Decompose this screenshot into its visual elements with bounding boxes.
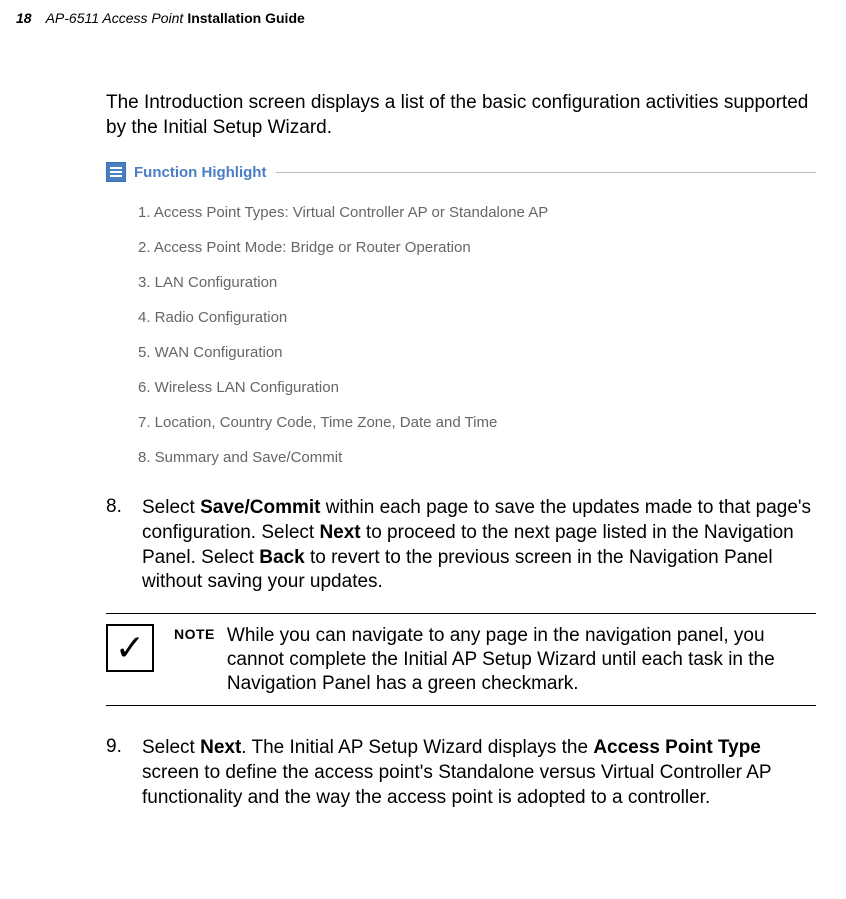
doc-title-bold: Installation Guide xyxy=(187,10,304,26)
step-9: 9. Select Next. The Initial AP Setup Wiz… xyxy=(106,736,816,810)
text-part: . The Initial AP Setup Wizard displays t… xyxy=(241,737,593,758)
function-item: 6. Wireless LAN Configuration xyxy=(138,379,816,396)
text-bold: Next xyxy=(319,522,360,543)
note-content: NOTE While you can navigate to any page … xyxy=(174,624,816,695)
text-bold: Back xyxy=(259,547,304,568)
note-icon-box: ✓ xyxy=(106,624,154,672)
function-item: 7. Location, Country Code, Time Zone, Da… xyxy=(138,414,816,431)
note-label: NOTE xyxy=(174,624,215,642)
function-highlight-section: Function Highlight 1. Access Point Types… xyxy=(106,162,816,466)
text-bold: Save/Commit xyxy=(200,497,320,518)
function-item: 2. Access Point Mode: Bridge or Router O… xyxy=(138,239,816,256)
note-box: ✓ NOTE While you can navigate to any pag… xyxy=(106,613,816,706)
function-highlight-header: Function Highlight xyxy=(106,162,816,182)
text-part: Select xyxy=(142,497,200,518)
page-number: 18 xyxy=(16,10,32,26)
list-icon xyxy=(106,162,126,182)
text-bold: Next xyxy=(200,737,241,758)
horizontal-rule xyxy=(276,172,816,173)
step-number: 8. xyxy=(106,496,142,595)
step-text: Select Save/Commit within each page to s… xyxy=(142,496,816,595)
step-number: 9. xyxy=(106,736,142,810)
step-8: 8. Select Save/Commit within each page t… xyxy=(106,496,816,595)
text-part: screen to define the access point's Stan… xyxy=(142,762,771,808)
function-item: 5. WAN Configuration xyxy=(138,344,816,361)
step-text: Select Next. The Initial AP Setup Wizard… xyxy=(142,736,816,810)
doc-title-italic: AP-6511 Access Point xyxy=(46,10,184,26)
function-item: 1. Access Point Types: Virtual Controlle… xyxy=(138,204,816,221)
page-header: 18 AP-6511 Access Point Installation Gui… xyxy=(0,0,846,41)
function-item: 3. LAN Configuration xyxy=(138,274,816,291)
text-part: Select xyxy=(142,737,200,758)
function-highlight-title: Function Highlight xyxy=(134,164,266,181)
intro-paragraph: The Introduction screen displays a list … xyxy=(106,91,816,140)
text-bold: Access Point Type xyxy=(593,737,761,758)
function-list: 1. Access Point Types: Virtual Controlle… xyxy=(106,204,816,466)
function-item: 8. Summary and Save/Commit xyxy=(138,449,816,466)
note-text: While you can navigate to any page in th… xyxy=(227,624,816,695)
checkmark-icon: ✓ xyxy=(115,630,145,666)
page-content: The Introduction screen displays a list … xyxy=(0,91,846,810)
function-item: 4. Radio Configuration xyxy=(138,309,816,326)
